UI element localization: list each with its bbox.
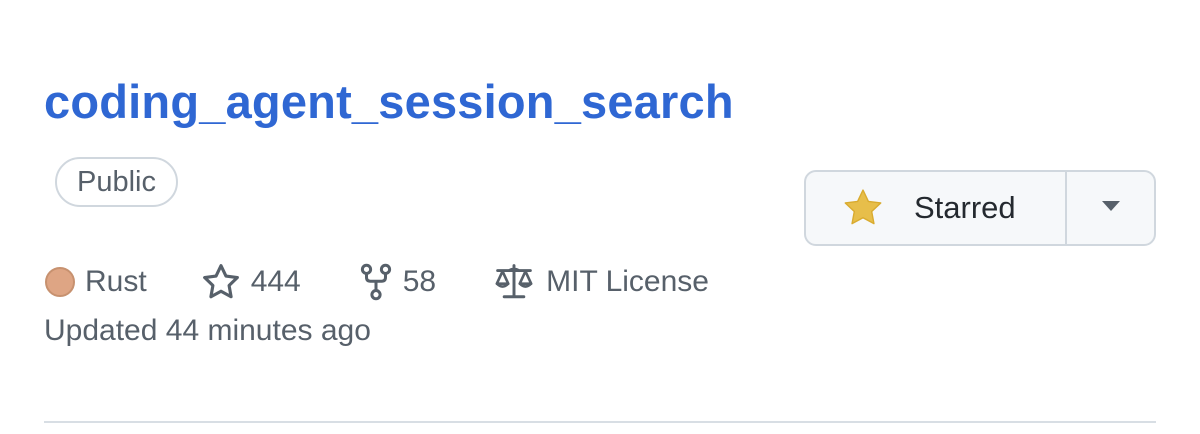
star-outline-icon (201, 263, 241, 301)
star-filled-icon (842, 187, 884, 229)
triangle-down-icon (1101, 199, 1121, 217)
license-label: MIT License (546, 265, 709, 298)
language-label: Rust (85, 265, 147, 298)
fork-icon (359, 263, 393, 301)
stars-link[interactable]: 444 (201, 263, 301, 301)
language-color-dot (45, 267, 75, 297)
updated-timestamp: Updated 44 minutes ago (44, 314, 371, 347)
star-button-group: Starred (804, 170, 1156, 246)
divider (44, 421, 1156, 423)
language-item: Rust (44, 265, 147, 299)
starred-label: Starred (914, 190, 1016, 225)
repo-name-link[interactable]: coding_agent_session_search (44, 72, 734, 132)
law-scale-icon (492, 264, 536, 300)
forks-count: 58 (402, 265, 437, 298)
starred-button[interactable]: Starred (806, 172, 1067, 244)
forks-link[interactable]: 58 (359, 263, 436, 301)
stars-count: 444 (250, 265, 301, 298)
repo-meta-row: Rust 444 58 MIT License (44, 258, 709, 306)
license-item: MIT License (492, 264, 709, 300)
visibility-badge: Public (55, 157, 178, 207)
star-dropdown-button[interactable] (1067, 172, 1154, 244)
repo-card: coding_agent_session_search Public Starr… (0, 0, 1200, 434)
